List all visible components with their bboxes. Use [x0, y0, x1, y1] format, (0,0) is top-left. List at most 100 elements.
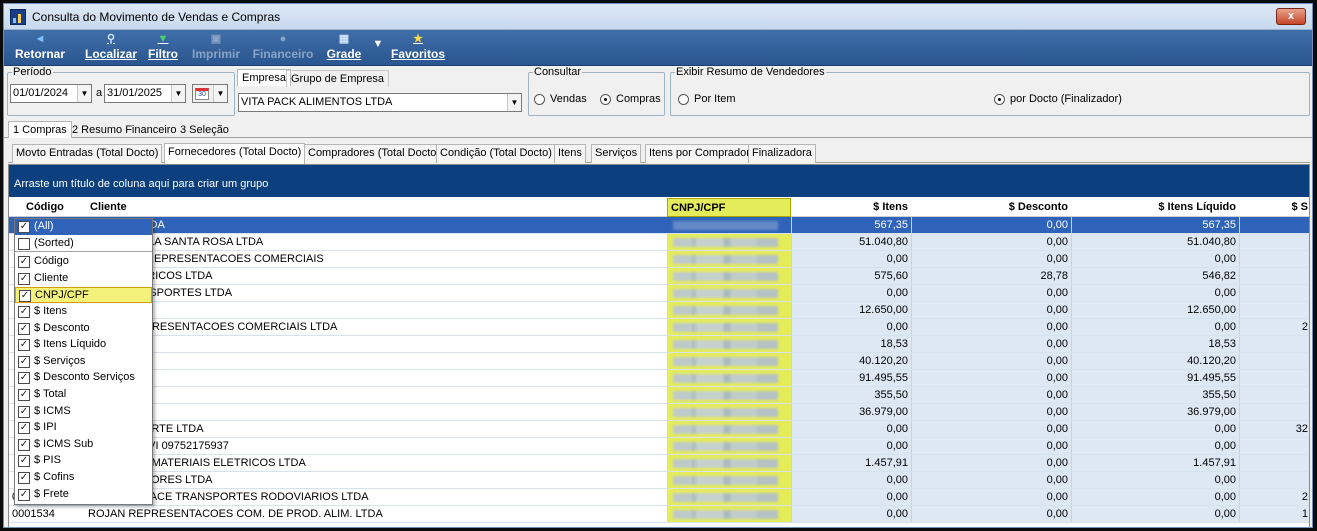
col-header-desconto[interactable]: $ Desconto: [911, 198, 1071, 217]
radio-compras[interactable]: [600, 94, 611, 105]
tab-fornecedores[interactable]: Fornecedores (Total Docto): [164, 143, 306, 164]
checkbox-checked-icon[interactable]: ✓: [18, 389, 30, 401]
checkbox-checked-icon[interactable]: ✓: [18, 355, 30, 368]
checkbox-checked-icon[interactable]: ✓: [18, 488, 30, 501]
column-chooser-item[interactable]: ✓ $ Frete: [15, 487, 152, 503]
table-row[interactable]: UIDORA DE MATERIAIS ELETRICOS LTDA 1.457,…: [9, 455, 1309, 472]
checkbox-checked-icon[interactable]: ✓: [19, 290, 31, 303]
col-header-s[interactable]: $ S: [1239, 198, 1309, 217]
column-chooser-item[interactable]: ✓ $ ICMS Sub: [15, 437, 152, 453]
tab-itens-por-comprador[interactable]: Itens por Comprador: [645, 144, 754, 163]
col-header-liquido[interactable]: $ Itens Líquido: [1071, 198, 1239, 217]
col-header-itens[interactable]: $ Itens: [791, 198, 911, 217]
table-row[interactable]: S TRANSPORTE LTDA0,000,000,0032: [9, 421, 1309, 438]
column-chooser-item[interactable]: ✓ (All): [15, 219, 152, 235]
col-header-codigo[interactable]: Código: [23, 198, 85, 217]
column-chooser-item[interactable]: ✓ $ Itens: [15, 304, 152, 320]
table-row[interactable]: .A. 91.495,550,0091.495,55: [9, 370, 1309, 387]
column-chooser-item[interactable]: ✓ $ Desconto: [15, 321, 152, 337]
checkbox-checked-icon[interactable]: ✓: [18, 372, 30, 385]
column-chooser-item[interactable]: ✓ $ Serviços: [15, 354, 152, 370]
tab-itens[interactable]: Itens: [554, 144, 586, 163]
imprimir-button[interactable]: ▣ Imprimir: [188, 32, 244, 64]
table-row[interactable]: RIAIS ELETRICOS LTDA 575,6028,78546,82: [9, 268, 1309, 285]
cell-itens: 0,00: [791, 251, 911, 267]
tab-grupo-empresa[interactable]: Grupo de Empresa: [286, 70, 389, 87]
tab-selecao[interactable]: 3 Seleção: [176, 122, 233, 139]
column-chooser-item[interactable]: ✓ $ Total: [15, 387, 152, 403]
column-chooser-label: $ Cofins: [34, 471, 75, 483]
radio-compras-label: Compras: [616, 93, 661, 105]
table-row[interactable]: ER & CIA LTDA 567,350,00567,35: [9, 217, 1309, 234]
tab-condicao[interactable]: Condição (Total Docto): [436, 144, 556, 163]
favoritos-button[interactable]: ★ Favoritos: [390, 32, 446, 64]
grade-button[interactable]: ▦ Grade: [324, 32, 364, 64]
radio-vendas[interactable]: [534, 94, 545, 105]
column-chooser-item[interactable]: ✓ Código: [15, 254, 152, 270]
column-chooser-item[interactable]: ✓ $ Cofins: [15, 470, 152, 486]
tab-servicos[interactable]: Serviços: [591, 144, 642, 163]
tab-resumo-financeiro[interactable]: 2 Resumo Financeiro: [68, 122, 181, 139]
radio-por-docto[interactable]: [994, 94, 1005, 105]
tab-finalizadora[interactable]: Finalizadora: [748, 144, 816, 163]
cell-itens: 0,00: [791, 506, 911, 522]
empresa-select[interactable]: VITA PACK ALIMENTOS LTDA ▼: [238, 93, 522, 112]
tab-empresa[interactable]: Empresa: [237, 69, 292, 86]
financeiro-button[interactable]: ● Financeiro: [250, 32, 316, 64]
col-header-cnpj[interactable]: CNPJ/CPF: [667, 198, 791, 217]
checkbox-checked-icon[interactable]: ✓: [18, 256, 30, 269]
checkbox-checked-icon[interactable]: ✓: [18, 438, 30, 451]
cell-cnpj: [667, 472, 791, 488]
checkbox-checked-icon[interactable]: ✓: [18, 322, 30, 335]
checkbox-checked-icon[interactable]: ✓: [18, 306, 30, 318]
column-chooser-item[interactable]: ✓ Cliente: [15, 271, 152, 287]
cell-desconto: 0,00: [911, 302, 1071, 318]
table-row[interactable]: .A. 40.120,200,0040.120,20: [9, 353, 1309, 370]
radio-por-item[interactable]: [678, 94, 689, 105]
data-grid[interactable]: Arraste um título de coluna aqui para cr…: [8, 164, 1310, 527]
checkbox-checked-icon[interactable]: ✓: [18, 405, 30, 418]
checkbox-checked-icon[interactable]: ✓: [18, 422, 30, 435]
checkbox-checked-icon[interactable]: ✓: [18, 339, 30, 352]
column-chooser-item[interactable]: ✓ $ Itens Líquido: [15, 337, 152, 353]
table-row[interactable]: LTDA 12.650,000,0012.650,00: [9, 302, 1309, 319]
date-to-field[interactable]: 31/01/2025 ▼: [104, 84, 186, 103]
column-chooser-item[interactable]: ✓ $ Desconto Serviços: [15, 370, 152, 386]
table-row[interactable]: .A. 36.979,000,0036.979,00: [9, 404, 1309, 421]
cell-s: [1239, 336, 1309, 352]
tab-compras[interactable]: 1 Compras: [8, 121, 72, 138]
checkbox-checked-icon[interactable]: ✓: [18, 272, 30, 285]
table-row[interactable]: NCHI - R.B REPRESENTACOES COMERCIAIS 0,00…: [9, 251, 1309, 268]
calendar-button[interactable]: 30 ▼: [192, 84, 228, 103]
column-chooser-item[interactable]: ✓ $ ICMS: [15, 404, 152, 420]
column-chooser-item[interactable]: ✓ $ PIS: [15, 453, 152, 469]
cell-itens: 355,50: [791, 387, 911, 403]
group-panel[interactable]: Arraste um título de coluna aqui para cr…: [9, 165, 1309, 197]
tab-movto-entradas[interactable]: Movto Entradas (Total Docto): [12, 144, 163, 163]
retornar-button[interactable]: ◄ Retornar: [12, 32, 68, 64]
table-row[interactable]: YA TRITICOLA SANTA ROSA LTDA 51.040,80 0,0…: [9, 234, 1309, 251]
table-row[interactable]: .A. 355,500,00355,50: [9, 387, 1309, 404]
table-row[interactable]: .A. 18,530,0018,53: [9, 336, 1309, 353]
col-header-cliente[interactable]: Cliente: [87, 198, 667, 217]
table-row[interactable]: COMPRESSORES LTDA0,000,000,00: [9, 472, 1309, 489]
periodo-legend: Período: [13, 66, 52, 78]
column-chooser-item[interactable]: ✓ $ IPI: [15, 420, 152, 436]
checkbox-checked-icon[interactable]: ✓: [18, 472, 30, 484]
checkbox-unchecked-icon[interactable]: [18, 237, 30, 250]
close-button[interactable]: x: [1276, 8, 1306, 25]
table-row[interactable]: NORTE REPRESENTACOES COMERCIAIS LTDA 0,00…: [9, 319, 1309, 336]
localizar-button[interactable]: ⚲ Localizar: [80, 32, 142, 64]
table-row[interactable]: 0001534 ROJAN REPRESENTACOES COM. DE PROD…: [9, 506, 1309, 523]
column-chooser-item[interactable]: (Sorted): [15, 236, 152, 252]
tab-compradores[interactable]: Compradores (Total Docto): [304, 144, 445, 163]
table-row[interactable]: OLET TRANSPORTES LTDA 0,00 0,00 0,00: [9, 285, 1309, 302]
filtro-button[interactable]: ▼ Filtro: [146, 32, 180, 64]
table-row[interactable]: HEUS TALEVI 09752175937 0,00 0,00 0,00: [9, 438, 1309, 455]
checkbox-checked-icon[interactable]: ✓: [18, 221, 30, 233]
column-chooser-item[interactable]: ✓ CNPJ/CPF: [15, 287, 152, 304]
grade-dropdown-arrow[interactable]: ▼: [372, 32, 384, 64]
date-from-field[interactable]: 01/01/2024 ▼: [10, 84, 92, 103]
checkbox-checked-icon[interactable]: ✓: [18, 455, 30, 468]
table-row[interactable]: 0000773TRANSHODACE TRANSPORTES RODOVIARI…: [9, 489, 1309, 506]
